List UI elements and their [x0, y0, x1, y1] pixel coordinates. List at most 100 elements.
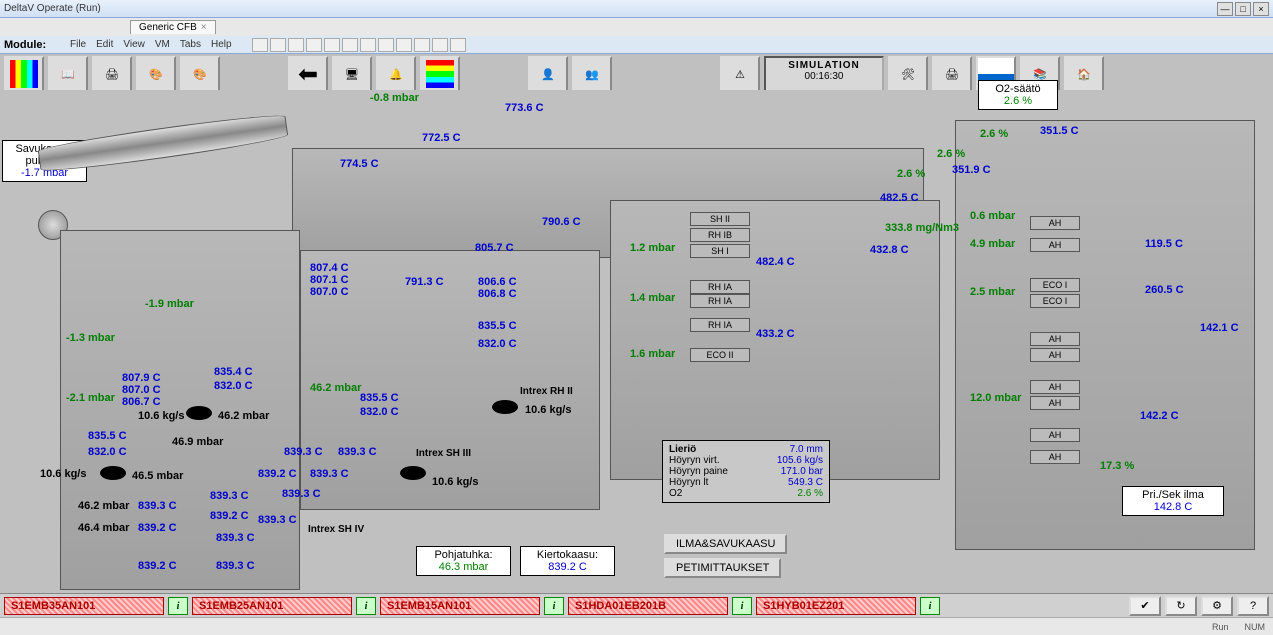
sb-help-button[interactable]: ?: [1237, 596, 1269, 616]
mini-tb-2[interactable]: [270, 38, 286, 52]
tb-tools-icon[interactable]: 🛠: [888, 56, 928, 92]
alarm-info-0[interactable]: i: [168, 597, 188, 615]
prisek-title: Pri./Sek ilma: [1129, 489, 1217, 501]
rs-mb3: 2.5 mbar: [970, 286, 1015, 298]
minimize-button[interactable]: —: [1217, 2, 1233, 16]
c832a: 832.0 C: [478, 338, 517, 350]
rs-t1: 119.5 C: [1145, 238, 1183, 250]
heb-4: AH: [1030, 332, 1080, 346]
lc-f2: 10.6 kg/s: [40, 468, 86, 480]
he-sh2: SH II: [690, 212, 750, 226]
tb-palette2-icon[interactable]: 🎨: [180, 56, 220, 92]
alarm-info-2[interactable]: i: [544, 597, 564, 615]
mini-tb-7[interactable]: [360, 38, 376, 52]
alarm-3[interactable]: S1HDA01EB201B: [568, 597, 728, 615]
module-label: Module:: [0, 39, 60, 51]
lc-c835: 835.5 C: [88, 430, 127, 442]
tb-book-icon[interactable]: 📖: [48, 56, 88, 92]
lc-839g: 839.3 C: [216, 560, 255, 572]
heb-6: AH: [1030, 380, 1080, 394]
maximize-button[interactable]: □: [1235, 2, 1251, 16]
mini-tb-6[interactable]: [342, 38, 358, 52]
menu-file[interactable]: File: [70, 39, 86, 50]
t-773: 773.6 C: [505, 102, 544, 114]
mini-tb-12[interactable]: [450, 38, 466, 52]
tb-printer2-icon[interactable]: 🖨: [932, 56, 972, 92]
ilma-button[interactable]: ILMA&SAVUKAASU: [664, 534, 787, 554]
menu-vm[interactable]: VM: [155, 39, 170, 50]
mini-tb-3[interactable]: [288, 38, 304, 52]
ix-sh3-lbl: Intrex SH III: [416, 448, 471, 459]
tb-bell-icon[interactable]: 🔔: [376, 56, 416, 92]
alarm-1[interactable]: S1EMB25AN101: [192, 597, 352, 615]
ix-c832: 832.0 C: [360, 406, 399, 418]
main-toolbar: 📖 🖨 🎨 🎨 ⬅ 🖥 🔔 👤 👥 ⚠ SIMULATION 00:16:30 …: [0, 54, 1273, 94]
sb-refresh-icon[interactable]: ↻: [1165, 596, 1197, 616]
mini-tb-1[interactable]: [252, 38, 268, 52]
alarm-2[interactable]: S1EMB15AN101: [380, 597, 540, 615]
mini-tb-8[interactable]: [378, 38, 394, 52]
mini-tb-5[interactable]: [324, 38, 340, 52]
menu-tabs[interactable]: Tabs: [180, 39, 201, 50]
oval-1: [186, 406, 212, 420]
menu-view[interactable]: View: [123, 39, 145, 50]
rt-p3: 2.6 %: [897, 168, 925, 180]
tb-user1-icon[interactable]: 👤: [528, 56, 568, 92]
tab-close-icon[interactable]: ×: [201, 22, 207, 33]
he-rh1a2: RH IA: [690, 294, 750, 308]
c791: 791.3 C: [405, 276, 444, 288]
tb-print-icon[interactable]: 🖨: [92, 56, 132, 92]
rt-t4: 432.8 C: [870, 244, 909, 256]
rt-p2: 2.6 %: [937, 148, 965, 160]
tb-screen-icon[interactable]: 🖥: [332, 56, 372, 92]
close-button[interactable]: ×: [1253, 2, 1269, 16]
sb-check-icon[interactable]: ✔: [1129, 596, 1161, 616]
tb-user2-icon[interactable]: 👥: [572, 56, 612, 92]
lc-a2: 807.0 C: [122, 384, 161, 396]
mini-tb-9[interactable]: [396, 38, 412, 52]
mini-toolbar: [252, 38, 466, 52]
mini-tb-4[interactable]: [306, 38, 322, 52]
tb-house-icon[interactable]: 🏠: [1064, 56, 1104, 92]
lierio-v1: 7.0 mm: [790, 444, 823, 455]
prisek-box[interactable]: Pri./Sek ilma 142.8 C: [1122, 486, 1224, 516]
tab-generic-cfb[interactable]: Generic CFB ×: [130, 20, 216, 34]
p12: 1.2 mbar: [630, 242, 675, 254]
rs-mb2: 4.9 mbar: [970, 238, 1015, 250]
tb-palette-icon[interactable]: 🎨: [136, 56, 176, 92]
o2-box[interactable]: O2-säätö 2.6 %: [978, 80, 1058, 110]
lc-839e: 839.2 C: [210, 510, 249, 522]
c805: 805.7 C: [475, 242, 514, 254]
lc-839f: 839.3 C: [216, 532, 255, 544]
lc-f1: 10.6 kg/s: [138, 410, 184, 422]
lc-839j: 839.3 C: [284, 446, 323, 458]
he-rh1a1: RH IA: [690, 280, 750, 294]
sb-gear-icon[interactable]: ⚙: [1201, 596, 1233, 616]
kierto-box[interactable]: Kiertokaasu: 839.2 C: [520, 546, 615, 576]
alarm-4[interactable]: S1HYB01EZ201: [756, 597, 916, 615]
lc-839k: 839.3 C: [282, 488, 321, 500]
lc-b1: 835.4 C: [214, 366, 253, 378]
menu-edit[interactable]: Edit: [96, 39, 113, 50]
alarm-info-1[interactable]: i: [356, 597, 376, 615]
mini-tb-10[interactable]: [414, 38, 430, 52]
menu-help[interactable]: Help: [211, 39, 232, 50]
c790: 790.6 C: [542, 216, 581, 228]
mini-tb-11[interactable]: [432, 38, 448, 52]
tb-chart-icon[interactable]: [4, 56, 44, 92]
pohja-box[interactable]: Pohjatuhka: 46.3 mbar: [416, 546, 511, 576]
duct-cylinder: [37, 111, 289, 176]
alarm-0[interactable]: S1EMB35AN101: [4, 597, 164, 615]
tb-back-icon[interactable]: ⬅: [288, 56, 328, 92]
tb-warn-icon[interactable]: ⚠: [720, 56, 760, 92]
tb-grid-icon[interactable]: [420, 56, 460, 92]
t-772: 772.5 C: [422, 132, 461, 144]
oval-2: [100, 466, 126, 480]
status-run: Run: [1212, 622, 1229, 632]
alarm-info-3[interactable]: i: [732, 597, 752, 615]
alarm-info-4[interactable]: i: [920, 597, 940, 615]
lc-m1: 46.2 mbar: [218, 410, 269, 422]
lierio-r3: Höyryn paine: [669, 466, 728, 477]
lierio-r5: O2: [669, 488, 682, 499]
peti-button[interactable]: PETIMITTAUKSET: [664, 558, 781, 578]
